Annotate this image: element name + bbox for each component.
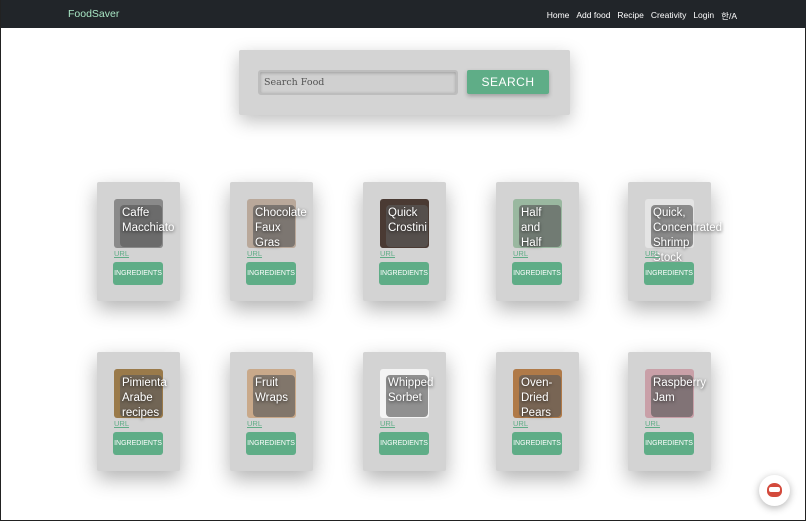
recipe-title-line: Faux [255,222,281,234]
recipe-title-line: and [521,222,541,234]
nav-recipe-link[interactable]: Recipe [617,10,643,22]
recipe-title: Chocolate Faux Gras [255,206,307,251]
search-panel: SEARCH [239,50,570,115]
recipe-title-line: Raspberry [653,377,707,389]
recipe-url-link[interactable]: URL [380,249,395,258]
recipe-url-link[interactable]: URL [114,419,129,428]
recipe-card: Quick, Concentrated Shrimp Stock URL INGREDIE… [628,182,722,301]
recipe-title: Raspberry Jam [653,376,706,406]
recipe-title: Fruit Wraps [255,376,288,406]
recipe-url-link[interactable]: URL [380,419,395,428]
recipe-title-line: Caffe [122,207,150,219]
recipe-card: Half and Half URL INGREDIENTS [496,182,579,301]
recipe-title: Pimienta Arabe recipes [122,376,167,421]
nav-home-link[interactable]: Home [547,10,570,22]
recipe-title: Quick, Concentrated Shrimp Stock [653,206,722,266]
page: FoodSaver Home Add food Recipe Creativit… [0,0,806,521]
chat-widget-button[interactable] [759,475,790,506]
recipe-card: Fruit Wraps URL INGREDIENTS [230,352,313,471]
recipe-title-line: Shrimp [653,237,690,249]
ingredients-button[interactable]: INGREDIENTS [246,432,296,455]
recipe-title-line: Quick, [653,207,686,219]
ingredients-button[interactable]: INGREDIENTS [379,432,429,455]
nav-add-food-link[interactable]: Add food [576,10,610,22]
nav-links: Home Add food Recipe Creativity Login 한/… [547,10,737,22]
ingredients-button[interactable]: INGREDIENTS [644,262,694,285]
recipe-card: Oven- Dried Pears URL INGREDIENTS [496,352,579,471]
ingredients-button[interactable]: INGREDIENTS [113,262,163,285]
ingredients-button[interactable]: INGREDIENTS [246,262,296,285]
recipe-title: Oven- Dried Pears [521,376,552,421]
nav-language-toggle[interactable]: 한/A [721,10,737,22]
recipe-title-line: Crostini [388,222,427,234]
recipe-url-link[interactable]: URL [513,419,528,428]
recipe-title-line: Oven- [521,377,553,389]
recipe-title-line: Dried [521,392,549,404]
recipe-title-line: Wraps [255,392,289,404]
ingredients-button[interactable]: INGREDIENTS [113,432,163,455]
recipe-title-line: Sorbet [388,392,422,404]
recipe-title: Half and Half [521,206,541,251]
recipe-url-link[interactable]: URL [645,249,660,258]
recipe-card: Raspberry Jam URL INGREDIENTS [628,352,711,471]
recipe-card: Whipped Sorbet URL INGREDIENTS [363,352,446,471]
recipe-title: Whipped Sorbet [388,376,433,406]
recipe-title: Caffe Macchiato [122,206,174,236]
nav-creativity-link[interactable]: Creativity [651,10,686,22]
recipe-card: Chocolate Faux Gras URL INGREDIENTS [230,182,313,301]
recipe-card: Pimienta Arabe recipes URL INGREDIENTS [97,352,180,471]
recipe-url-link[interactable]: URL [114,249,129,258]
recipe-title-line: Jam [653,392,675,404]
recipe-title: Quick Crostini [388,206,427,236]
recipe-url-link[interactable]: URL [645,419,660,428]
search-button[interactable]: SEARCH [467,70,549,94]
brand-link[interactable]: FoodSaver [68,8,119,20]
nav-login-link[interactable]: Login [693,10,714,22]
recipe-title-line: Pimienta [122,377,167,389]
recipe-title-line: Concentrated [653,222,723,234]
recipe-url-link[interactable]: URL [513,249,528,258]
recipe-url-link[interactable]: URL [247,419,262,428]
recipe-title-line: Chocolate [255,207,307,219]
search-input[interactable] [258,70,458,95]
recipe-title-line: Macchiato [122,222,175,234]
ingredients-button[interactable]: INGREDIENTS [512,262,562,285]
recipe-title-line: Quick [388,207,418,219]
recipe-title-line: Gras [255,237,280,249]
recipe-title-line: Fruit [255,377,278,389]
recipe-title-line: Arabe [122,392,153,404]
ingredients-button[interactable]: INGREDIENTS [379,262,429,285]
navbar: FoodSaver Home Add food Recipe Creativit… [1,0,806,28]
ingredients-button[interactable]: INGREDIENTS [644,432,694,455]
recipe-card: Quick Crostini URL INGREDIENTS [363,182,446,301]
ingredients-button[interactable]: INGREDIENTS [512,432,562,455]
recipe-card: Caffe Macchiato URL INGREDIENTS [97,182,180,301]
recipe-url-link[interactable]: URL [247,249,262,258]
recipe-title-line: Half [521,207,542,219]
recipe-title-line: Whipped [388,377,434,389]
